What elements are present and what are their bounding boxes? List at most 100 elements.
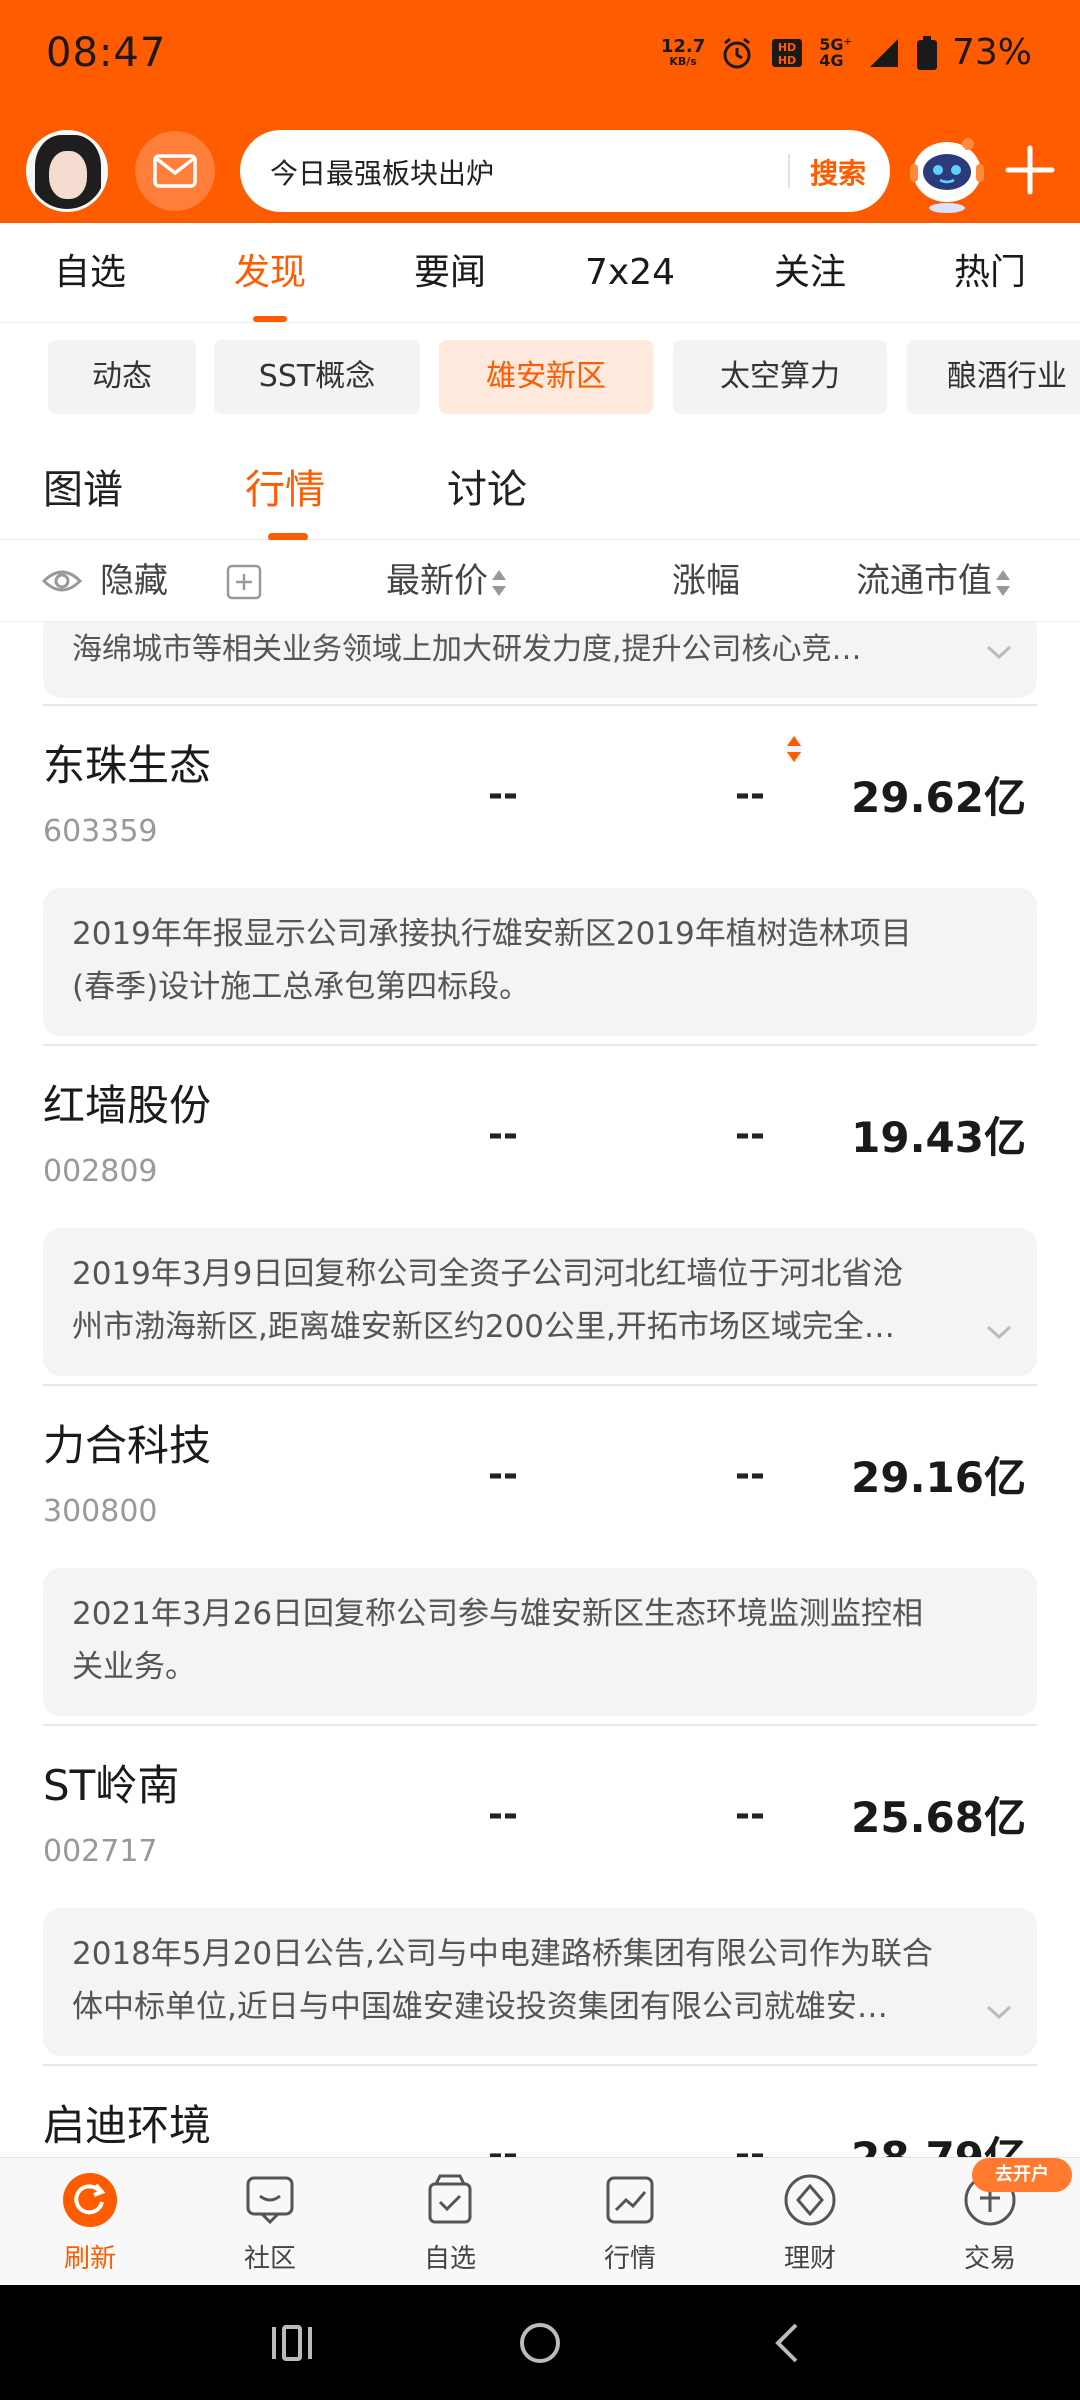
row-divider [43,1044,1037,1046]
network-type: 5G⁺ 4G [819,36,852,70]
stock-change: -- [735,774,765,815]
chevron-down-icon[interactable] [985,642,1013,662]
chevron-down-icon[interactable] [985,1998,1013,2026]
back-icon[interactable] [768,2321,804,2365]
column-float-cap[interactable]: 流通市值 [856,540,1010,622]
svg-text:HD: HD [778,41,796,54]
recent-apps-icon[interactable] [270,2323,314,2363]
stock-market-cap: 29.16亿 [851,1453,1026,1502]
nav-label: 交易 [963,2244,1016,2274]
nav-label: 刷新 [63,2244,116,2274]
description-line: 2018年5月20日公告,公司与中电建路桥集团有限公司作为联合 [72,1936,933,1972]
signal-icon [869,38,898,67]
net-speed: 12.7 KB/s [661,37,705,68]
description-line: (春季)设计施工总承包第四标段。 [72,969,531,1005]
row-divider [43,704,1037,706]
table-row[interactable]: 力合科技 300800 -- -- 29.16亿 2021年3月26日回复称公司… [0,1402,1080,1742]
table-row[interactable]: ST岭南 002717 -- -- 25.68亿 2018年5月20日公告,公司… [0,1742,1080,2082]
column-float-cap-label: 流通市值 [856,561,992,601]
tab-hot[interactable]: 热门 [900,223,1080,322]
stock-price: -- [488,1114,518,1155]
subtab-market[interactable]: 行情 [245,440,325,540]
search-input[interactable]: 今日最强板块出炉 [270,152,494,192]
table-row[interactable]: 启迪环境 -- -- 28.79亿 [0,2082,1080,2157]
table-row[interactable]: 东珠生态 603359 -- -- 29.62亿 2019年年报显示公司承接执行… [0,722,1080,1062]
stock-name[interactable]: 东珠生态 [43,732,211,793]
hide-toggle[interactable]: 隐藏 [100,540,168,622]
topic-chips: 动态 SST概念 雄安新区 太空算力 酿酒行业 [0,340,1080,416]
sort-icon [492,569,506,596]
description-card[interactable]: 2019年3月9日回复称公司全资子公司河北红墙位于河北省沧 州市渤海新区,距离雄… [43,1228,1037,1376]
battery-icon [916,35,937,70]
battery-percent: 73% [951,32,1032,73]
table-row[interactable]: 红墙股份 002809 -- -- 19.43亿 2019年3月9日回复称公司全… [0,1062,1080,1402]
nav-market[interactable]: 行情 [540,2158,720,2286]
tab-zixuan[interactable]: 自选 [0,223,180,322]
description-line: 体中标单位,近日与中国雄安建设投资集团有限公司就雄安… [72,1989,888,2025]
nav-community[interactable]: 社区 [180,2158,360,2286]
tab-discover[interactable]: 发现 [180,223,360,322]
stock-code: 002809 [43,1154,158,1189]
stock-change: -- [735,1114,765,1155]
description-card[interactable]: 2021年3月26日回复称公司参与雄安新区生态环境监测监控相 关业务。 [43,1568,1037,1716]
column-latest-price-label: 最新价 [386,561,488,601]
stock-name[interactable]: 启迪环境 [43,2092,211,2153]
chevron-down-icon[interactable] [985,1318,1013,1346]
stock-market-cap: 28.79亿 [851,2124,1026,2157]
nav-refresh[interactable]: 刷新 [0,2158,180,2286]
stock-change: -- [735,1454,765,1495]
status-bar: 08:47 12.7 KB/s HD HD 5G⁺ 4G 73% [0,0,1080,115]
network-bottom: 4G [819,50,844,70]
bag-check-icon [428,2174,472,2224]
add-column-icon[interactable] [226,564,262,600]
search-button[interactable]: 搜索 [810,152,866,192]
search-bar[interactable]: 今日最强板块出炉 搜索 [240,130,890,212]
column-header: 隐藏 最新价 涨幅 流通市值 [0,540,1080,762]
home-icon[interactable] [518,2321,562,2365]
open-account-badge[interactable]: 去开户 [972,2158,1072,2192]
subtab-graph[interactable]: 图谱 [43,440,123,540]
column-latest-price[interactable]: 最新价 [386,540,506,622]
tab-follow[interactable]: 关注 [720,223,900,322]
plus-icon[interactable] [1000,140,1060,200]
svg-text:HD: HD [778,54,796,67]
description-card[interactable]: 2018年5月20日公告,公司与中电建路桥集团有限公司作为联合 体中标单位,近日… [43,1908,1037,2056]
stock-code: 300800 [43,1494,158,1529]
column-change-label: 涨幅 [672,561,740,601]
status-icons: 12.7 KB/s HD HD 5G⁺ 4G 73% [661,32,1032,73]
description-line: 2021年3月26日回复称公司参与雄安新区生态环境监测监控相 [72,1596,924,1632]
chart-icon [606,2176,654,2224]
nav-watchlist[interactable]: 自选 [360,2158,540,2286]
chip-space-computing[interactable]: 太空算力 [673,340,887,414]
stock-name[interactable]: ST岭南 [43,1752,179,1813]
description-card[interactable]: 2019年年报显示公司承接执行雄安新区2019年植树造林项目 (春季)设计施工总… [43,888,1037,1036]
nav-label: 社区 [243,2244,296,2274]
description-text: 2019年3月9日回复称公司全资子公司河北红墙位于河北省沧 州市渤海新区,距离雄… [72,1248,1052,1354]
chip-sst[interactable]: SST概念 [214,340,420,414]
mail-icon [153,154,197,188]
tab-7x24[interactable]: 7x24 [540,223,720,322]
stock-name[interactable]: 力合科技 [43,1412,211,1473]
chip-xiongan[interactable]: 雄安新区 [439,340,653,414]
chip-dynamic[interactable]: 动态 [48,340,196,414]
eye-icon[interactable] [42,565,82,597]
stock-name[interactable]: 红墙股份 [43,1072,211,1133]
nav-label: 行情 [603,2244,656,2274]
mail-button[interactable] [135,131,215,211]
diamond-icon [784,2174,836,2226]
description-card-partial[interactable]: 海绵城市等相关业务领域上加大研发力度,提升公司核心竞… [43,622,1037,698]
nav-wealth[interactable]: 理财 [720,2158,900,2286]
subtab-discuss[interactable]: 讨论 [447,440,527,540]
main-tabs: 自选 发现 要闻 7x24 关注 热门 [0,223,1080,323]
stock-price: -- [488,1454,518,1495]
column-change[interactable]: 涨幅 [672,540,801,762]
tab-news[interactable]: 要闻 [360,223,540,322]
avatar[interactable] [26,130,108,212]
robot-assistant-icon[interactable] [904,128,990,214]
app-root: 08:47 12.7 KB/s HD HD 5G⁺ 4G 73% 今日最强板块出… [0,0,1080,2400]
chat-icon [246,2176,294,2225]
stock-price: -- [488,2134,518,2157]
chip-liquor[interactable]: 酿酒行业 [907,340,1080,414]
sort-desc-icon [787,735,801,762]
stock-list[interactable]: 海绵城市等相关业务领域上加大研发力度,提升公司核心竞… 东珠生态 603359 … [0,622,1080,2157]
